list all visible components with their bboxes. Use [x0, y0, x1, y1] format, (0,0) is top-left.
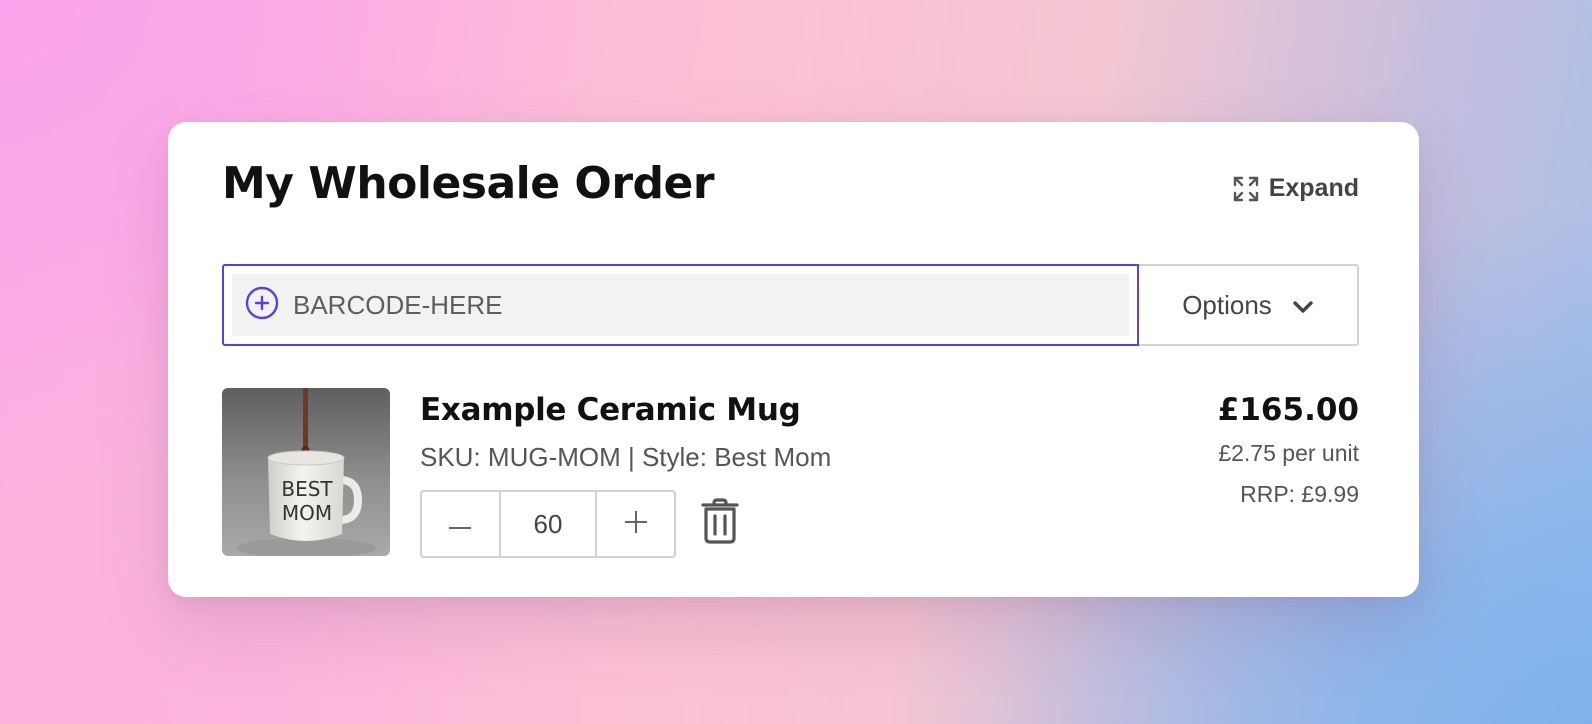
chevron-down-icon: [1292, 290, 1314, 321]
options-label: Options: [1182, 289, 1272, 320]
increment-button[interactable]: [597, 492, 674, 556]
expand-arrows-icon: [1233, 176, 1259, 202]
expand-button[interactable]: Expand: [1233, 174, 1359, 203]
barcode-field-inner: [232, 274, 1129, 336]
expand-label: Expand: [1268, 174, 1359, 202]
decrement-button[interactable]: [422, 492, 499, 556]
line-total: £165.00: [1217, 392, 1359, 428]
trash-icon: [700, 498, 740, 548]
price-summary: £165.00 £2.75 per unit RRP: £9.99: [1218, 388, 1359, 508]
wholesale-order-card: My Wholesale Order Expand BARCODE-HERE O…: [168, 122, 1419, 597]
page-title: My Wholesale Order: [222, 158, 715, 209]
minus-icon: [449, 515, 472, 534]
product-name[interactable]: Example Ceramic Mug: [420, 392, 801, 428]
quantity-stepper: 60: [420, 490, 676, 558]
plus-circle-icon[interactable]: [245, 286, 279, 324]
delete-item-button[interactable]: [700, 498, 740, 548]
mug-print-line1: BEST: [281, 477, 333, 501]
order-line-item: BEST MOM Example Ceramic Mug SKU: MUG-MO…: [222, 388, 1359, 558]
barcode-field[interactable]: [222, 264, 1139, 346]
barcode-entry-row: Options: [222, 264, 1359, 346]
quantity-value[interactable]: 60: [498, 492, 598, 556]
mug-print-line2: MOM: [282, 501, 332, 525]
product-meta: SKU: MUG-MOM | Style: Best Mom: [420, 442, 832, 472]
options-dropdown[interactable]: Options: [1139, 264, 1359, 346]
unit-price: £2.75 per unit: [1218, 440, 1359, 466]
rrp-price: RRP: £9.99: [1240, 481, 1359, 507]
plus-icon: [624, 511, 647, 537]
barcode-input[interactable]: [293, 289, 1073, 321]
product-image: BEST MOM: [222, 388, 390, 556]
